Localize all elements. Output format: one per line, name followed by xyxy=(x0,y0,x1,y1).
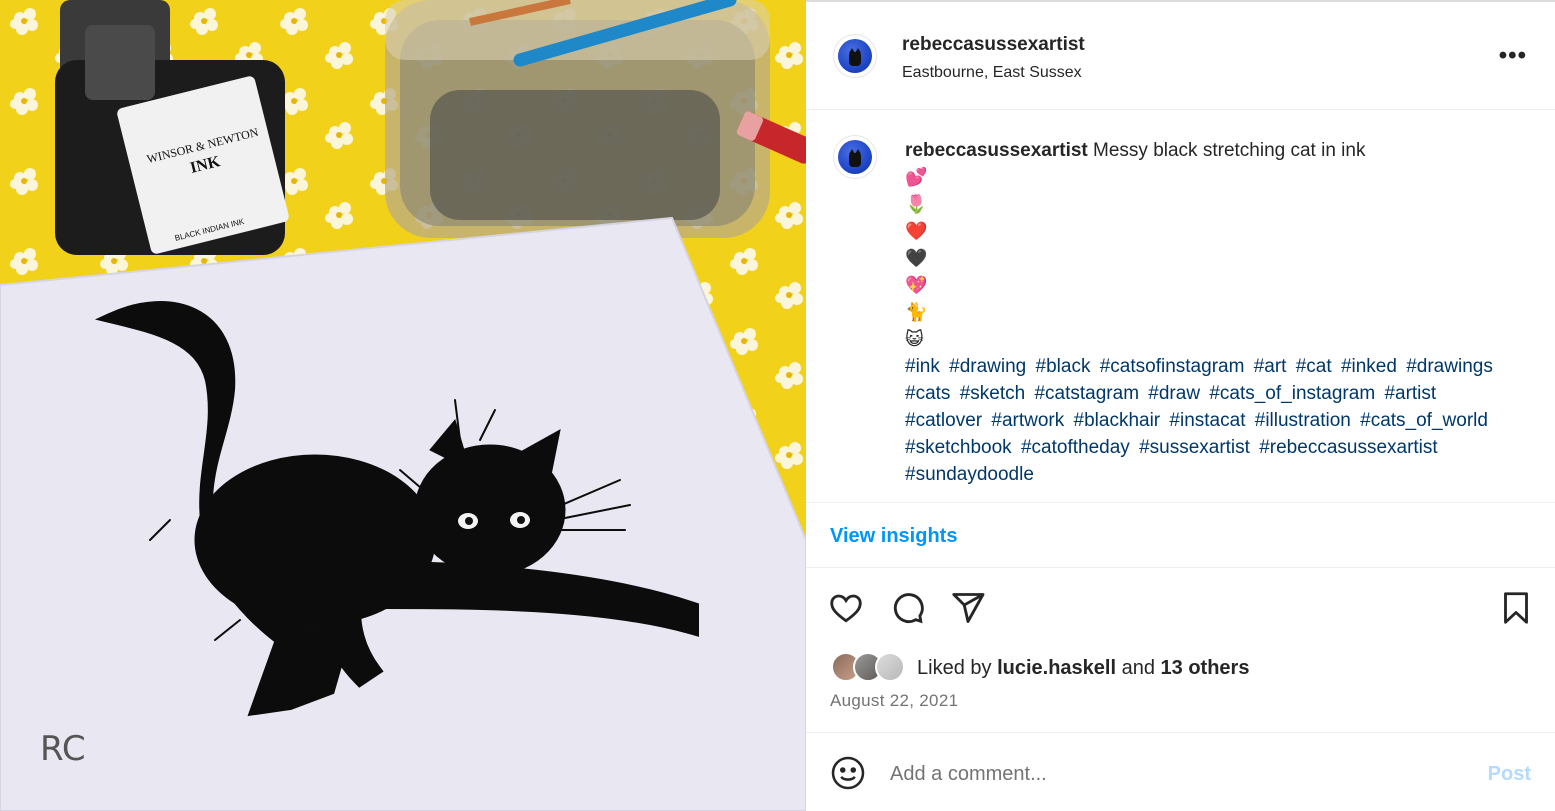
emoji-line: 🐈 xyxy=(905,302,928,322)
hashtag-link[interactable]: #sketchbook xyxy=(905,437,1012,458)
view-insights-link[interactable]: View insights xyxy=(830,525,957,548)
hashtag-link[interactable]: #blackhair xyxy=(1074,410,1161,431)
avatar[interactable] xyxy=(833,34,877,78)
hashtag-link[interactable]: #instacat xyxy=(1169,410,1245,431)
hashtag-link[interactable]: #catstagram xyxy=(1034,383,1139,404)
caption-body: Messy black stretching cat in ink xyxy=(1093,140,1366,161)
signature-text: RC xyxy=(40,729,86,769)
action-bar xyxy=(806,582,1555,632)
hashtag-link[interactable]: #catsofinstagram xyxy=(1100,356,1245,377)
comment-bar: Post xyxy=(806,732,1555,811)
hashtag-link[interactable]: #inked xyxy=(1341,356,1397,377)
liked-by-text: Liked by lucie.haskell and 13 others xyxy=(917,657,1249,680)
hashtag-link[interactable]: #ink xyxy=(905,356,940,377)
hashtag-link[interactable]: #cats xyxy=(905,383,950,404)
header-username[interactable]: rebeccasussexartist xyxy=(902,34,1085,56)
post-sidebar: rebeccasussexartist Eastbourne, East Sus… xyxy=(806,0,1555,811)
hashtag-link[interactable]: #cat xyxy=(1296,356,1332,377)
hashtag-link[interactable]: #black xyxy=(1036,356,1091,377)
heart-icon[interactable] xyxy=(828,590,864,626)
caption-text: rebeccasussexartist Messy black stretchi… xyxy=(905,137,1515,488)
hashtag-link[interactable]: #drawing xyxy=(949,356,1026,377)
emoji-line: ❤️ xyxy=(905,221,928,241)
hashtag-link[interactable]: #rebeccasussexartist xyxy=(1259,437,1437,458)
liker-avatars[interactable] xyxy=(831,652,909,684)
caption-area: rebeccasussexartist Messy black stretchi… xyxy=(806,110,1555,502)
likes-others-link[interactable]: 13 others xyxy=(1161,657,1250,679)
liked-by-joiner: and xyxy=(1121,657,1155,679)
comment-input[interactable] xyxy=(890,759,1450,789)
water-jar xyxy=(385,0,770,238)
hashtag-link[interactable]: #illustration xyxy=(1255,410,1351,431)
hashtag-link[interactable]: #artist xyxy=(1384,383,1436,404)
hashtag-link[interactable]: #catlover xyxy=(905,410,982,431)
paper-plane-icon[interactable] xyxy=(950,590,986,626)
comment-bubble-icon[interactable] xyxy=(889,590,925,626)
hashtag-link[interactable]: #sketch xyxy=(960,383,1025,404)
smiley-icon[interactable] xyxy=(830,755,866,791)
hashtag-link[interactable]: #artwork xyxy=(991,410,1064,431)
hashtag-link[interactable]: #drawings xyxy=(1406,356,1493,377)
emoji-line: 🌷 xyxy=(905,194,928,214)
hashtag-list: #ink #drawing #black #catsofinstagram #a… xyxy=(905,353,1515,488)
hashtag-link[interactable]: #catoftheday xyxy=(1021,437,1130,458)
post-photo[interactable]: WINSOR & NEWTON INK BLACK INDIAN INK RC xyxy=(0,0,806,811)
more-horizontal-icon[interactable]: ••• xyxy=(1499,44,1527,68)
caption-avatar[interactable] xyxy=(833,135,877,179)
caption-username[interactable]: rebeccasussexartist xyxy=(905,140,1088,161)
hashtag-link[interactable]: #art xyxy=(1254,356,1287,377)
hashtag-link[interactable]: #sundaydoodle xyxy=(905,464,1034,485)
emoji-line: 💖 xyxy=(905,275,928,295)
post-header: rebeccasussexartist Eastbourne, East Sus… xyxy=(806,2,1555,110)
emoji-line: 😺 xyxy=(905,329,924,349)
hashtag-link[interactable]: #cats_of_world xyxy=(1360,410,1488,431)
hashtag-link[interactable]: #draw xyxy=(1148,383,1200,404)
header-location[interactable]: Eastbourne, East Sussex xyxy=(902,64,1082,82)
likes-row: Liked by lucie.haskell and 13 others xyxy=(806,648,1555,688)
avatar[interactable] xyxy=(875,652,905,682)
liked-by-prefix: Liked by xyxy=(917,657,992,679)
hashtag-link[interactable]: #cats_of_instagram xyxy=(1209,383,1375,404)
hashtag-link[interactable]: #sussexartist xyxy=(1139,437,1250,458)
bookmark-icon[interactable] xyxy=(1498,590,1534,626)
post-date[interactable]: August 22, 2021 xyxy=(830,691,958,711)
emoji-line: 💕 xyxy=(905,167,928,187)
insights-bar: View insights xyxy=(806,502,1555,568)
liker-username[interactable]: lucie.haskell xyxy=(997,657,1116,679)
post-comment-button[interactable]: Post xyxy=(1488,763,1531,786)
emoji-line: 🖤 xyxy=(905,248,928,268)
